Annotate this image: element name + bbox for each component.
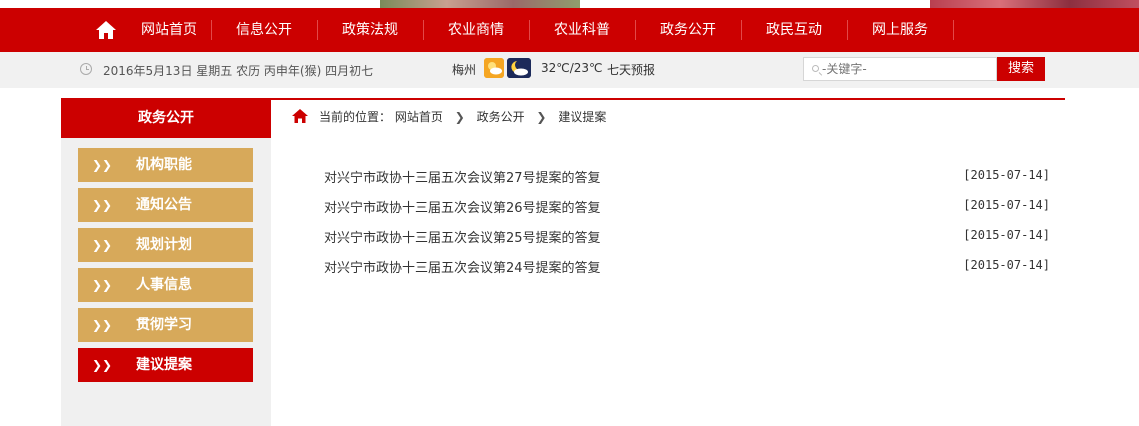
double-chevron-right-icon: ❯❯ xyxy=(92,318,113,332)
sidebar-item-org-functions[interactable]: ❯❯ 机构职能 xyxy=(78,148,253,182)
breadcrumb-proposals[interactable]: 建议提案 xyxy=(558,108,606,125)
nav-item-online-service[interactable]: 网上服务 xyxy=(860,8,940,52)
current-date: 2016年5月13日 星期五 农历 丙申年(猴) 四月初七 xyxy=(103,64,374,78)
article-title-link[interactable]: 对兴宁市政协十三届五次会议第24号提案的答复 xyxy=(324,257,601,276)
breadcrumb-home[interactable]: 网站首页 xyxy=(395,108,443,125)
temperature: 32℃/23℃ xyxy=(541,61,603,75)
info-bar: 2016年5月13日 星期五 农历 丙申年(猴) 四月初七 梅州 32℃/23℃… xyxy=(0,52,1139,88)
sidebar-item-label: 人事信息 xyxy=(136,277,192,293)
nav-divider xyxy=(953,20,954,40)
nav-divider xyxy=(423,20,424,40)
sidebar: 政务公开 ❯❯ 机构职能 ❯❯ 通知公告 ❯❯ 规划计划 ❯❯ 人事信息 ❯❯ … xyxy=(61,98,271,426)
nav-item-policies[interactable]: 政策法规 xyxy=(330,8,410,52)
clock-icon xyxy=(80,63,92,75)
list-item: 对兴宁市政协十三届五次会议第26号提案的答复 [2015-07-14] xyxy=(324,197,1050,219)
sidebar-item-label: 规划计划 xyxy=(136,237,192,253)
article-date: [2015-07-14] xyxy=(963,168,1050,182)
double-chevron-right-icon: ❯❯ xyxy=(92,158,113,172)
article-date: [2015-07-14] xyxy=(963,198,1050,212)
sidebar-item-notices[interactable]: ❯❯ 通知公告 xyxy=(78,188,253,222)
sidebar-title: 政务公开 xyxy=(61,98,271,138)
nav-item-interaction[interactable]: 政民互动 xyxy=(754,8,834,52)
top-banner-strip xyxy=(0,0,1139,8)
search-icon xyxy=(812,65,819,72)
home-icon[interactable] xyxy=(95,20,117,40)
breadcrumb-government-affairs[interactable]: 政务公开 xyxy=(477,108,525,125)
chevron-right-icon: ❯ xyxy=(536,110,547,124)
sidebar-item-label: 通知公告 xyxy=(136,197,192,213)
sidebar-item-proposals[interactable]: ❯❯ 建议提案 xyxy=(78,348,253,382)
sidebar-item-label: 机构职能 xyxy=(136,157,192,173)
sidebar-item-personnel[interactable]: ❯❯ 人事信息 xyxy=(78,268,253,302)
sidebar-item-plans[interactable]: ❯❯ 规划计划 xyxy=(78,228,253,262)
article-title-link[interactable]: 对兴宁市政协十三届五次会议第27号提案的答复 xyxy=(324,167,601,186)
weather-city: 梅州 xyxy=(452,63,477,77)
double-chevron-right-icon: ❯❯ xyxy=(92,278,113,292)
seven-day-forecast-link[interactable]: 七天预报 xyxy=(607,61,655,78)
search-button[interactable]: 搜索 xyxy=(997,57,1045,81)
list-item: 对兴宁市政协十三届五次会议第25号提案的答复 [2015-07-14] xyxy=(324,227,1050,249)
list-item: 对兴宁市政协十三届五次会议第24号提案的答复 [2015-07-14] xyxy=(324,257,1050,279)
search-input[interactable] xyxy=(822,60,992,78)
nav-divider xyxy=(847,20,848,40)
sun-cloud-icon xyxy=(484,58,504,78)
content-top-border xyxy=(271,98,1065,100)
nav-item-info-disclosure[interactable]: 信息公开 xyxy=(224,8,304,52)
sidebar-item-study[interactable]: ❯❯ 贯彻学习 xyxy=(78,308,253,342)
banner-decoration xyxy=(930,0,1139,8)
nav-item-home[interactable]: 网站首页 xyxy=(130,8,208,52)
article-date: [2015-07-14] xyxy=(963,258,1050,272)
article-title-link[interactable]: 对兴宁市政协十三届五次会议第26号提案的答复 xyxy=(324,197,601,216)
double-chevron-right-icon: ❯❯ xyxy=(92,238,113,252)
nav-item-agri-market[interactable]: 农业商情 xyxy=(436,8,516,52)
nav-item-agri-science[interactable]: 农业科普 xyxy=(542,8,622,52)
nav-divider xyxy=(635,20,636,40)
home-icon xyxy=(292,109,308,123)
nav-divider xyxy=(317,20,318,40)
search-box xyxy=(803,57,997,81)
breadcrumb-prefix: 当前的位置： xyxy=(319,110,392,124)
article-date: [2015-07-14] xyxy=(963,228,1050,242)
chevron-right-icon: ❯ xyxy=(454,110,465,124)
banner-decoration xyxy=(380,0,580,8)
moon-cloud-icon xyxy=(507,58,531,78)
double-chevron-right-icon: ❯❯ xyxy=(92,198,113,212)
double-chevron-right-icon: ❯❯ xyxy=(92,358,113,372)
nav-divider xyxy=(211,20,212,40)
article-title-link[interactable]: 对兴宁市政协十三届五次会议第25号提案的答复 xyxy=(324,227,601,246)
main-nav: 网站首页 信息公开 政策法规 农业商情 农业科普 政务公开 政民互动 网上服务 xyxy=(0,8,1139,52)
sidebar-item-label: 建议提案 xyxy=(136,357,192,373)
sidebar-item-label: 贯彻学习 xyxy=(136,317,192,333)
nav-divider xyxy=(529,20,530,40)
nav-item-government-affairs[interactable]: 政务公开 xyxy=(648,8,728,52)
breadcrumb: 当前的位置： 网站首页 ❯ 政务公开 ❯ 建议提案 xyxy=(319,108,606,125)
nav-divider xyxy=(741,20,742,40)
list-item: 对兴宁市政协十三届五次会议第27号提案的答复 [2015-07-14] xyxy=(324,167,1050,189)
